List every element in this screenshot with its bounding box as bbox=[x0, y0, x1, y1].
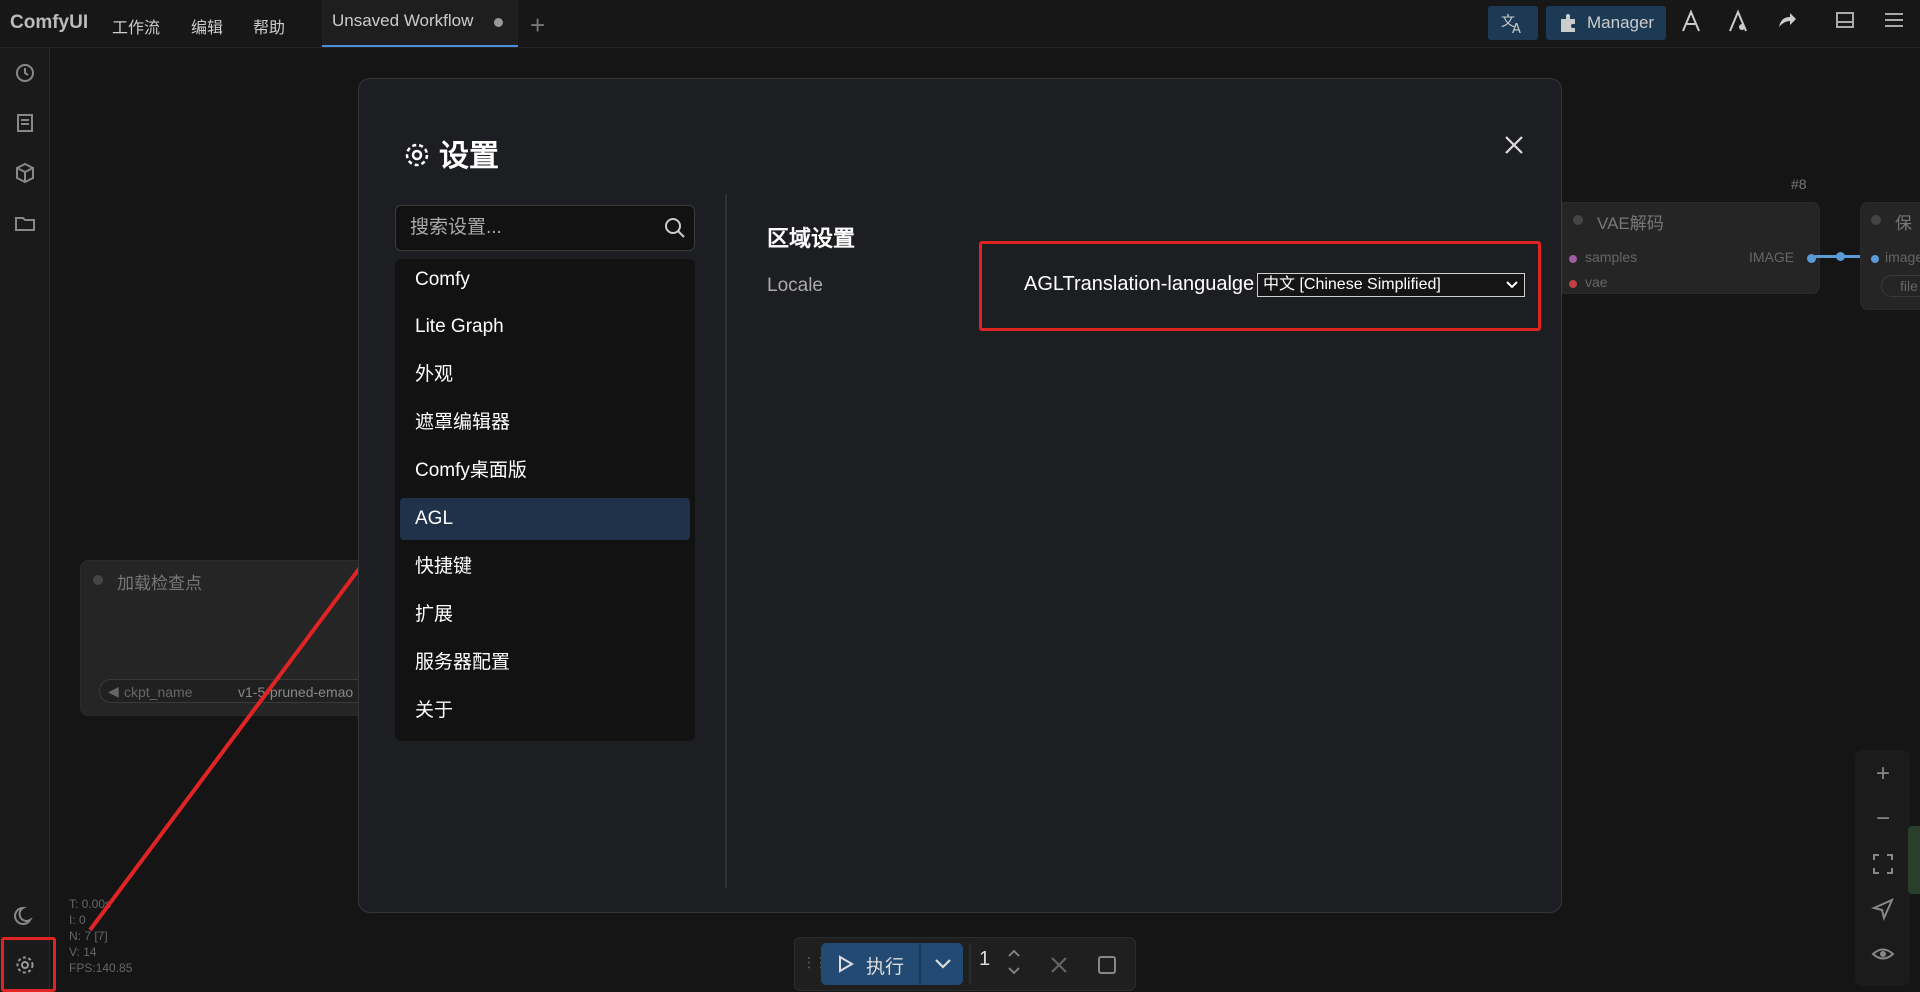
category-lite-graph[interactable]: Lite Graph bbox=[400, 306, 690, 348]
category-server-config[interactable]: 服务器配置 bbox=[400, 642, 690, 684]
visibility-eye-icon[interactable] bbox=[1871, 942, 1895, 966]
close-icon bbox=[1505, 136, 1523, 154]
category-extensions[interactable]: 扩展 bbox=[400, 594, 690, 636]
translation-language-label: AGLTranslation-langualge bbox=[1024, 273, 1255, 295]
batch-count[interactable]: 1 bbox=[979, 948, 990, 971]
chevron-down-icon bbox=[1506, 281, 1518, 289]
settings-dialog: 设置 Comfy Lite Graph 外观 遮罩编辑器 Comfy桌面版 AG… bbox=[358, 78, 1562, 913]
category-keybinding[interactable]: 快捷键 bbox=[400, 546, 690, 588]
locale-label: Locale bbox=[767, 275, 823, 296]
decrement-icon[interactable] bbox=[1007, 964, 1021, 978]
search-input[interactable] bbox=[396, 206, 656, 250]
canvas-zoom-controls: + − bbox=[1855, 750, 1910, 986]
navigate-arrow-icon[interactable] bbox=[1871, 897, 1895, 921]
language-select-value: 中文 [Chinese Simplified] bbox=[1263, 276, 1441, 293]
zoom-in-icon[interactable]: + bbox=[1871, 762, 1895, 786]
settings-title: 设置 bbox=[403, 131, 499, 175]
language-select[interactable]: 中文 [Chinese Simplified] bbox=[1257, 273, 1525, 297]
section-title: 区域设置 bbox=[767, 226, 856, 251]
cancel-icon[interactable] bbox=[1049, 955, 1069, 975]
chevron-down-icon[interactable] bbox=[933, 955, 953, 973]
play-icon bbox=[839, 955, 854, 973]
run-toolbar: ⋮⋮ 执行 1 bbox=[794, 937, 1136, 991]
increment-icon[interactable] bbox=[1007, 946, 1021, 960]
category-about[interactable]: 关于 bbox=[400, 690, 690, 732]
count-divider bbox=[969, 943, 971, 985]
settings-category-list: Comfy Lite Graph 外观 遮罩编辑器 Comfy桌面版 AGL 快… bbox=[395, 259, 695, 741]
close-button[interactable] bbox=[1499, 131, 1529, 161]
category-comfy[interactable]: Comfy bbox=[400, 259, 690, 301]
stop-icon[interactable] bbox=[1097, 955, 1117, 975]
run-label: 执行 bbox=[866, 957, 905, 978]
category-desktop[interactable]: Comfy桌面版 bbox=[400, 450, 690, 492]
search-settings[interactable] bbox=[395, 205, 695, 251]
category-agl[interactable]: AGL bbox=[400, 498, 690, 540]
gear-icon bbox=[405, 143, 429, 167]
search-icon[interactable] bbox=[662, 215, 688, 241]
category-mask-editor[interactable]: 遮罩编辑器 bbox=[400, 402, 690, 444]
settings-title-text: 设置 bbox=[439, 140, 499, 173]
panel-divider bbox=[725, 194, 727, 888]
category-appearance[interactable]: 外观 bbox=[400, 354, 690, 396]
run-button[interactable]: 执行 bbox=[821, 943, 963, 985]
fit-view-icon[interactable] bbox=[1871, 852, 1895, 876]
minimap-edge[interactable] bbox=[1908, 826, 1920, 894]
run-split-divider bbox=[919, 943, 921, 985]
zoom-out-icon[interactable]: − bbox=[1871, 807, 1895, 831]
